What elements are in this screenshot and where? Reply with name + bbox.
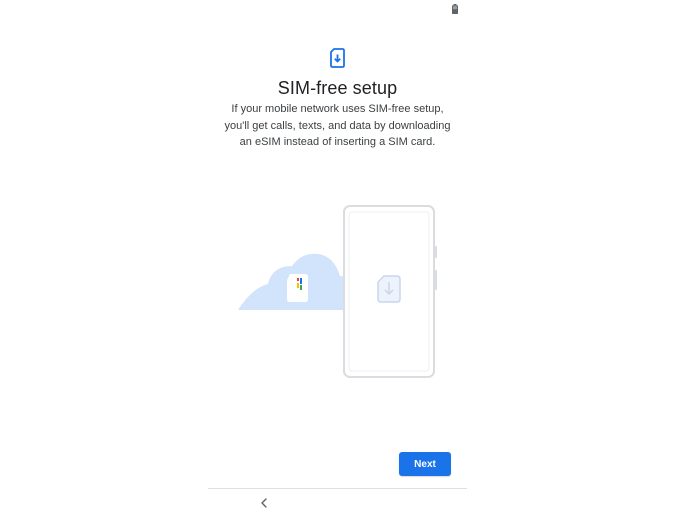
page-description: If your mobile network uses SIM-free set… [224, 103, 451, 148]
nav-divider [208, 488, 467, 489]
next-button[interactable]: Next [399, 452, 451, 476]
esim-download-icon [330, 48, 345, 68]
page-title: SIM-free setup [277, 78, 398, 98]
sim-free-setup-screen: SIM-free setup If your mobile network us… [0, 0, 675, 519]
esim-illustration [238, 205, 437, 378]
esim-download-icon [377, 275, 401, 303]
chevron-left-icon[interactable] [257, 496, 271, 510]
sim-card-icon [287, 274, 308, 302]
battery-icon [452, 4, 458, 14]
